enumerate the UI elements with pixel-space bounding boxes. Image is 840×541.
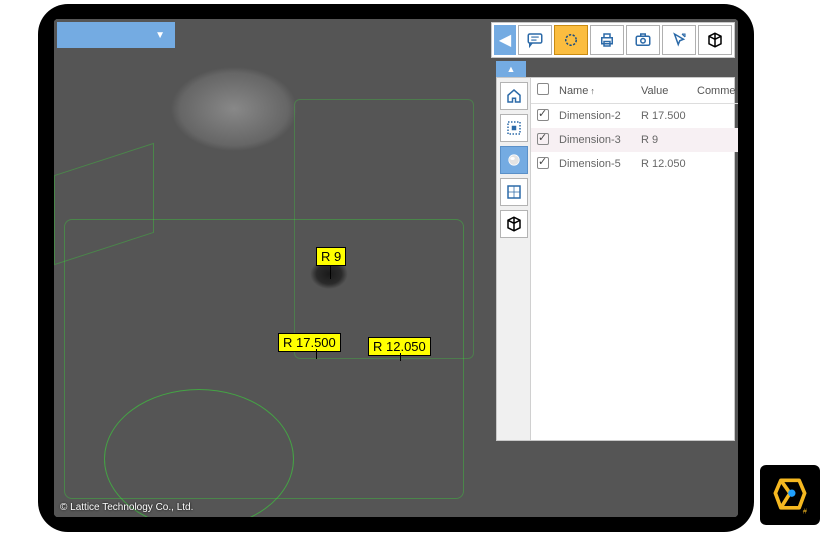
row-name: Dimension-3 — [555, 134, 637, 146]
dimension-list: Name↑ Value Commen Dimension-2 R 17.500 … — [531, 78, 738, 440]
camera-icon — [634, 31, 652, 49]
panel-collapse-button[interactable]: ▲ — [496, 61, 526, 77]
header-checkbox[interactable] — [531, 83, 555, 98]
select-circle-icon — [562, 31, 580, 49]
list-item[interactable]: Dimension-3 R 9 — [531, 128, 738, 152]
dimension-callout[interactable]: R 9 — [316, 247, 346, 266]
wireframe-icon — [505, 183, 523, 201]
row-name: Dimension-2 — [555, 110, 637, 122]
comment-icon — [526, 31, 544, 49]
home-icon — [505, 87, 523, 105]
cube-icon — [706, 31, 724, 49]
leader-line — [316, 349, 317, 359]
list-item[interactable]: Dimension-5 R 12.050 — [531, 152, 738, 176]
row-value: R 12.050 — [637, 158, 693, 170]
comment-button[interactable] — [518, 25, 552, 55]
pick-button[interactable] — [662, 25, 696, 55]
chevron-down-icon: ▼ — [155, 30, 165, 41]
cube-button[interactable] — [698, 25, 732, 55]
row-checkbox[interactable] — [537, 133, 549, 145]
dimension-callout[interactable]: R 17.500 — [278, 333, 341, 352]
svg-text:#: # — [803, 506, 808, 515]
model-edge-overlay — [294, 99, 474, 359]
sphere-icon — [505, 151, 523, 169]
header-name[interactable]: Name↑ — [555, 85, 637, 97]
sort-asc-icon: ↑ — [590, 86, 595, 96]
tablet-frame: R 9 R 17.500 R 12.050 ▼ ◀ — [38, 4, 754, 532]
wireframe-view-button[interactable] — [500, 178, 528, 206]
chevron-left-icon: ◀ — [499, 30, 511, 50]
pointer-icon — [670, 31, 688, 49]
print-button[interactable] — [590, 25, 624, 55]
toolbar-collapse-button[interactable]: ◀ — [494, 25, 516, 55]
snapshot-button[interactable] — [626, 25, 660, 55]
lattice-logo: # — [760, 465, 820, 525]
leader-line — [330, 265, 331, 279]
model-edge-overlay — [104, 389, 294, 517]
lattice-logo-icon: # — [768, 473, 812, 517]
shaded-view-button[interactable] — [500, 146, 528, 174]
fit-icon — [505, 119, 523, 137]
cube-view-button[interactable] — [500, 210, 528, 238]
cube-icon — [505, 215, 523, 233]
row-value: R 9 — [637, 134, 693, 146]
print-icon — [598, 31, 616, 49]
row-checkbox[interactable] — [537, 109, 549, 121]
list-item[interactable]: Dimension-2 R 17.500 — [531, 104, 738, 128]
copyright-text: © Lattice Technology Co., Ltd. — [60, 502, 193, 513]
row-value: R 17.500 — [637, 110, 693, 122]
home-view-button[interactable] — [500, 82, 528, 110]
panel-vertical-toolbar — [497, 78, 531, 440]
row-name: Dimension-5 — [555, 158, 637, 170]
list-header-row: Name↑ Value Commen — [531, 78, 738, 104]
view-dropdown[interactable]: ▼ — [57, 22, 175, 48]
header-comment[interactable]: Commen — [693, 85, 738, 97]
fit-view-button[interactable] — [500, 114, 528, 142]
app-screen: R 9 R 17.500 R 12.050 ▼ ◀ — [54, 19, 738, 517]
chevron-up-icon: ▲ — [507, 64, 516, 74]
header-value[interactable]: Value — [637, 85, 693, 97]
measure-select-button[interactable] — [554, 25, 588, 55]
row-checkbox[interactable] — [537, 157, 549, 169]
top-toolbar: ◀ — [491, 22, 735, 58]
leader-line — [400, 353, 401, 361]
dimensions-panel: ▲ — [496, 61, 735, 441]
